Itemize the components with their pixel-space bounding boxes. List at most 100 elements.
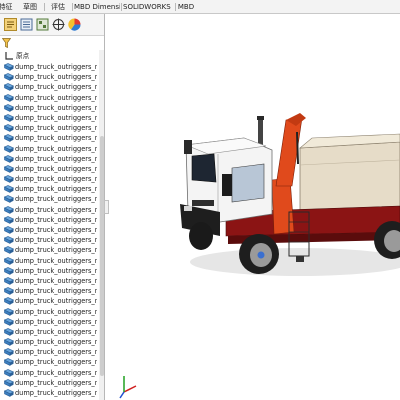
tree-item-origin[interactable]: 原点 — [0, 50, 100, 62]
tree-item-component[interactable]: dump_truck_outriggers_not_ex — [0, 266, 100, 276]
dump-truck-model[interactable] — [106, 14, 400, 400]
component-label: dump_truck_outriggers_not_ex — [15, 226, 97, 234]
component-icon — [4, 236, 14, 245]
filter-icon[interactable] — [2, 38, 11, 48]
tab-solidworks-addins[interactable]: SOLIDWORKS 插件 — [123, 0, 173, 14]
component-label: dump_truck_outriggers_not_ex — [15, 124, 97, 133]
tree-item-component[interactable]: dump_truck_outriggers_not_ex — [0, 296, 100, 306]
tree-item-component[interactable]: dump_truck_outriggers_not_ex — [0, 123, 100, 133]
component-icon — [4, 165, 14, 173]
component-label: dump_truck_outriggers_not_ex — [15, 368, 97, 377]
tree-item-component[interactable]: dump_truck_outriggers_not_ex — [0, 154, 100, 164]
tree-item-component[interactable]: dump_truck_outriggers_not_ex — [0, 225, 100, 235]
component-label: dump_truck_outriggers_not_ex — [15, 327, 97, 336]
tab-mbd[interactable]: MBD — [177, 0, 195, 14]
component-label: dump_truck_outriggers_not_ex — [15, 83, 97, 92]
component-label: dump_truck_outriggers_not_ex — [15, 378, 97, 387]
ground-shadow — [190, 248, 400, 276]
dump-body — [299, 141, 400, 213]
feature-manager-icon[interactable] — [4, 18, 17, 31]
component-icon — [4, 287, 14, 296]
tab-mbd-dimensions[interactable]: MBD Dimensions — [74, 0, 120, 14]
tree-item-component[interactable]: dump_truck_outriggers_not_ex — [0, 194, 100, 204]
tab-evaluate[interactable]: 评估 — [46, 0, 70, 14]
component-label: dump_truck_outriggers_not_ex — [15, 134, 97, 143]
display-manager-icon[interactable] — [68, 18, 81, 31]
tree-item-component[interactable]: dump_truck_outriggers_not_ex — [0, 388, 100, 398]
tab-divider — [175, 3, 176, 11]
tree-item-component[interactable]: dump_truck_outriggers_not_ex — [0, 164, 100, 174]
component-icon — [4, 348, 14, 357]
tree-item-component[interactable]: dump_truck_outriggers_not_ex — [0, 215, 100, 225]
tree-item-component[interactable]: dump_truck_outriggers_not_ex — [0, 205, 100, 215]
tree-item-component[interactable]: dump_truck_outriggers_not_ex — [0, 327, 100, 337]
tab-divider — [72, 3, 73, 11]
component-label: dump_truck_outriggers_not_ex — [15, 297, 97, 306]
component-icon — [4, 246, 14, 255]
graphics-viewport[interactable] — [106, 14, 400, 400]
tree-item-component[interactable]: dump_truck_outriggers_not_ex — [0, 357, 100, 367]
tree-item-component[interactable]: dump_truck_outriggers_not_ex — [0, 72, 100, 82]
component-label: dump_truck_outriggers_not_ex — [15, 338, 97, 347]
tree-item-component[interactable]: dump_truck_outriggers_not_ex — [0, 235, 100, 245]
tree-item-component[interactable]: dump_truck_outriggers_not_ex — [0, 174, 100, 184]
component-icon — [4, 195, 14, 204]
component-icon — [4, 114, 14, 122]
tree-item-component[interactable]: dump_truck_outriggers_not_ex — [0, 347, 100, 357]
component-icon — [4, 266, 14, 275]
panel-toolbar — [0, 14, 104, 36]
component-icon — [4, 175, 14, 184]
component-label: dump_truck_outriggers_not_ex — [15, 113, 97, 122]
component-icon — [4, 63, 14, 71]
dimxpert-icon[interactable] — [52, 18, 65, 31]
tree-scrollbar[interactable] — [99, 50, 104, 400]
component-icon — [4, 73, 14, 82]
tab-features[interactable]: 特征 — [0, 0, 17, 14]
tree-item-component[interactable]: dump_truck_outriggers_not_ex — [0, 245, 100, 255]
tree-item-component[interactable]: dump_truck_outriggers_not_ex — [0, 133, 100, 143]
windshield — [191, 153, 217, 183]
property-manager-icon[interactable] — [20, 18, 33, 31]
configuration-manager-icon[interactable] — [36, 18, 49, 31]
tab-sketch[interactable]: 草图 — [18, 0, 42, 14]
tree-item-component[interactable]: dump_truck_outriggers_not_ex — [0, 62, 100, 72]
component-list: dump_truck_outriggers_not_exdump_truck_o… — [0, 62, 100, 398]
tab-divider — [44, 3, 45, 11]
tree-item-component[interactable]: dump_truck_outriggers_not_ex — [0, 378, 100, 388]
tree-item-component[interactable]: dump_truck_outriggers_not_ex — [0, 317, 100, 327]
tree-item-component[interactable]: dump_truck_outriggers_not_ex — [0, 368, 100, 378]
component-label: dump_truck_outriggers_not_ex — [15, 317, 97, 326]
tree-item-component[interactable]: dump_truck_outriggers_not_ex — [0, 286, 100, 296]
tree-item-component[interactable]: dump_truck_outriggers_not_ex — [0, 184, 100, 194]
component-label: dump_truck_outriggers_not_ex — [15, 205, 97, 214]
component-icon — [4, 205, 14, 214]
tab-divider — [121, 3, 122, 11]
component-label: dump_truck_outriggers_not_ex — [15, 73, 97, 82]
component-icon — [4, 226, 14, 234]
scrollbar-thumb[interactable] — [100, 136, 104, 376]
component-label: dump_truck_outriggers_not_ex — [15, 154, 97, 163]
tree-item-component[interactable]: dump_truck_outriggers_not_ex — [0, 307, 100, 317]
component-icon — [4, 378, 14, 387]
component-label: dump_truck_outriggers_not_ex — [15, 215, 97, 224]
crane-hook-cylinder — [296, 131, 299, 165]
tree-item-component[interactable]: dump_truck_outriggers_not_ex — [0, 256, 100, 266]
tree-item-component[interactable]: dump_truck_outriggers_not_ex — [0, 144, 100, 154]
component-label: dump_truck_outriggers_not_ex — [15, 256, 97, 265]
tree-item-component[interactable]: dump_truck_outriggers_not_ex — [0, 113, 100, 123]
tree-item-component[interactable]: dump_truck_outriggers_not_ex — [0, 82, 100, 92]
origin-icon — [5, 52, 13, 60]
view-triad — [119, 376, 137, 399]
tree-item-component[interactable]: dump_truck_outriggers_not_ex — [0, 276, 100, 286]
crane-column — [271, 177, 295, 235]
feature-manager-panel: 原点 dump_truck_outriggers_not_exdump_truc… — [0, 14, 105, 400]
component-icon — [4, 124, 14, 133]
tree-item-component[interactable]: dump_truck_outriggers_not_ex — [0, 103, 100, 113]
component-icon — [4, 144, 14, 153]
component-icon — [4, 93, 14, 102]
side-mirror — [222, 174, 232, 196]
component-icon — [4, 307, 14, 316]
component-icon — [4, 83, 14, 92]
tree-item-component[interactable]: dump_truck_outriggers_not_ex — [0, 93, 100, 103]
tree-item-component[interactable]: dump_truck_outriggers_not_ex — [0, 337, 100, 347]
